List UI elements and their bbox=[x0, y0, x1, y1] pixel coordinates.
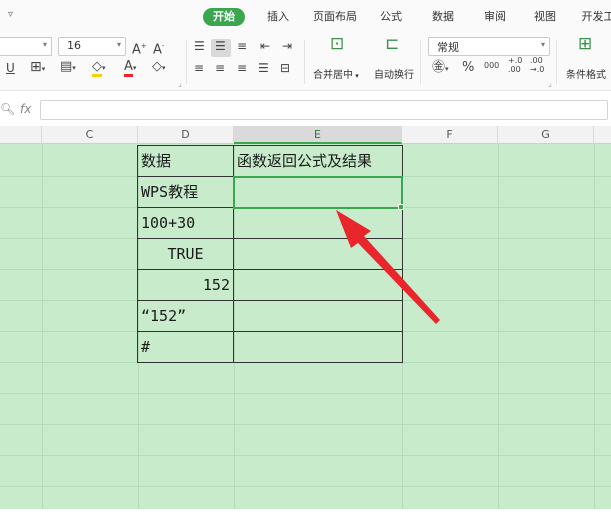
zoom-icon[interactable]: 🔍︎ bbox=[0, 101, 15, 117]
number-format-value: 常规 bbox=[437, 41, 459, 54]
spreadsheet-grid[interactable]: 数据 函数返回公式及结果 WPS教程 100+30 TRUE 152 “152”… bbox=[0, 144, 611, 515]
cell-style-icon[interactable]: ▤▾ bbox=[60, 59, 76, 76]
border-icon[interactable]: ⊞▾ bbox=[30, 59, 45, 77]
column-header-c[interactable]: C bbox=[42, 126, 138, 144]
wrap-text-button[interactable]: 自动换行 bbox=[374, 66, 414, 81]
increase-font-icon[interactable]: A+ bbox=[132, 38, 147, 58]
tab-data[interactable]: 数据 bbox=[428, 8, 458, 26]
underline-icon[interactable]: U bbox=[6, 60, 15, 76]
merge-center-button[interactable]: 合并居中 ▾ bbox=[313, 66, 359, 81]
column-header-d[interactable]: D bbox=[138, 126, 234, 144]
decrease-decimal-icon[interactable]: .00 →.0 bbox=[530, 56, 544, 74]
sheet-bottom-edge bbox=[0, 509, 611, 515]
align-right-icon[interactable]: ≡ bbox=[237, 60, 247, 76]
fx-icon[interactable]: fx bbox=[20, 101, 31, 117]
conditional-format-button[interactable]: 条件格式 bbox=[566, 66, 606, 81]
column-header-f[interactable]: F bbox=[402, 126, 498, 144]
fill-color-icon[interactable]: ◇▾ bbox=[92, 59, 106, 77]
align-bottom-icon[interactable]: ≡ bbox=[237, 38, 247, 54]
tab-insert[interactable]: 插入 bbox=[262, 8, 294, 26]
align-middle-icon[interactable]: ☰ bbox=[215, 38, 226, 54]
column-header-g[interactable]: G bbox=[498, 126, 594, 144]
font-size-value: 16 bbox=[67, 39, 81, 52]
percent-button[interactable]: % bbox=[462, 60, 474, 76]
number-format-dropdown[interactable]: 常规 ▾ bbox=[428, 37, 550, 56]
quick-access-dropdown-icon[interactable]: ▿ bbox=[8, 9, 13, 20]
font-name-dropdown[interactable]: ▾ bbox=[0, 37, 52, 56]
ribbon-tab-bar: ▿ 开始 插入 页面布局 公式 数据 审阅 视图 开发工 bbox=[0, 0, 611, 32]
column-header-row: C D E F G bbox=[0, 126, 611, 144]
font-color-icon[interactable]: A▾ bbox=[124, 59, 136, 77]
increase-decimal-icon[interactable]: +.0.00 bbox=[508, 56, 522, 74]
chevron-down-icon: ▾ bbox=[116, 40, 121, 49]
merge-center-icon[interactable]: ⊡ bbox=[330, 36, 344, 53]
divider bbox=[304, 40, 305, 84]
column-header-b[interactable] bbox=[0, 126, 42, 144]
thousands-separator-button[interactable]: 000 bbox=[484, 58, 499, 74]
font-size-dropdown[interactable]: 16 ▾ bbox=[58, 37, 126, 56]
justify-icon[interactable]: ☰ bbox=[258, 60, 269, 76]
decrease-indent-icon[interactable]: ⇤ bbox=[260, 38, 270, 54]
divider bbox=[420, 40, 421, 84]
align-left-icon[interactable]: ≡ bbox=[194, 60, 204, 76]
tab-developer[interactable]: 开发工 bbox=[578, 8, 611, 26]
ribbon-toolbar: ▾ 16 ▾ A+ A- U ⊞▾ ▤▾ ◇▾ A▾ ◇▾ ⌟ ☰ ☰ ≡ ⇤ … bbox=[0, 32, 611, 90]
conditional-format-icon[interactable]: ⊞ bbox=[578, 36, 592, 53]
decrease-font-icon[interactable]: A- bbox=[153, 38, 164, 58]
tab-page-layout[interactable]: 页面布局 bbox=[310, 8, 360, 26]
tab-review[interactable]: 审阅 bbox=[480, 8, 510, 26]
tab-formulas[interactable]: 公式 bbox=[376, 8, 406, 26]
column-header-e[interactable]: E bbox=[234, 126, 402, 144]
formula-bar: 🔍︎ fx bbox=[0, 90, 611, 126]
align-center-icon[interactable]: ≡ bbox=[215, 60, 225, 76]
tab-view[interactable]: 视图 bbox=[530, 8, 560, 26]
wrap-text-icon[interactable]: ⊏ bbox=[385, 36, 399, 53]
number-dialog-launcher-icon[interactable]: ⌟ bbox=[548, 79, 552, 88]
currency-icon[interactable]: ㊎▾ bbox=[432, 60, 449, 77]
distributed-icon[interactable]: ⊟ bbox=[280, 60, 290, 76]
increase-indent-icon[interactable]: ⇥ bbox=[282, 38, 292, 54]
tab-home[interactable]: 开始 bbox=[203, 8, 245, 26]
arrow-shape bbox=[336, 210, 440, 324]
divider bbox=[556, 40, 557, 84]
chevron-down-icon: ▾ bbox=[540, 40, 545, 49]
clear-format-icon[interactable]: ◇▾ bbox=[152, 59, 166, 76]
formula-input[interactable] bbox=[40, 100, 608, 120]
annotation-arrow bbox=[336, 210, 440, 324]
font-dialog-launcher-icon[interactable]: ⌟ bbox=[178, 79, 182, 88]
divider bbox=[186, 40, 187, 84]
align-top-icon[interactable]: ☰ bbox=[194, 38, 205, 54]
chevron-down-icon: ▾ bbox=[42, 40, 47, 49]
